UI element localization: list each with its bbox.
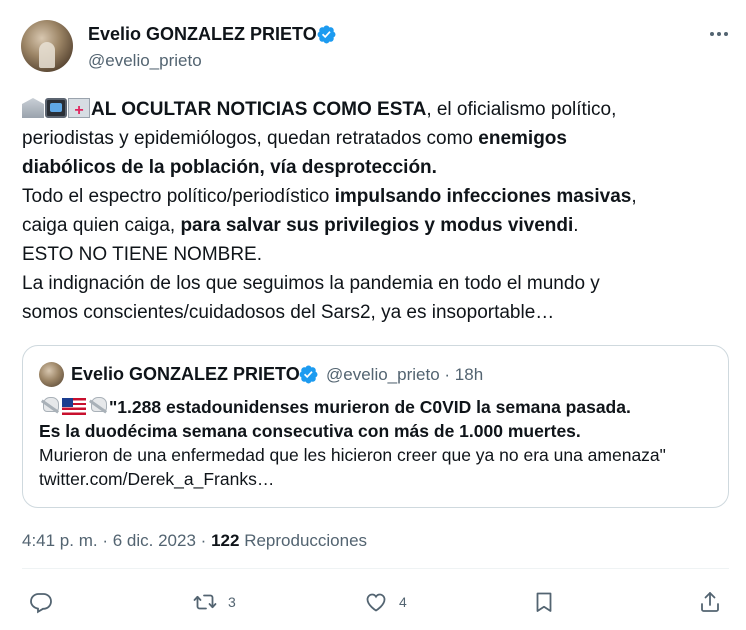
share-icon — [701, 592, 719, 612]
divider — [22, 568, 729, 569]
tweet-bold-text: AL OCULTAR NOTICIAS COMO ESTA — [91, 99, 427, 120]
tweet-text-segment: periodistas y epidemiólogos, quedan retr… — [22, 128, 479, 149]
hospital-icon — [68, 96, 90, 125]
tweet-time[interactable]: 4:41 p. m. — [22, 531, 98, 550]
tweet-line: La indignación de los que seguimos la pa… — [22, 269, 722, 298]
tweet-text-segment: ESTO NO TIENE NOMBRE. — [22, 244, 263, 265]
tweet-line: caiga quien caiga, para salvar sus privi… — [22, 211, 722, 240]
quoted-line: Es la duodécima semana consecutiva con m… — [39, 419, 719, 443]
quoted-author-handle: @evelio_prieto — [326, 365, 440, 384]
tweet-text: AL OCULTAR NOTICIAS COMO ESTA, el oficia… — [22, 95, 722, 327]
skull-and-crossbones-icon — [87, 396, 109, 416]
tweet-line: AL OCULTAR NOTICIAS COMO ESTA, el oficia… — [22, 95, 722, 125]
skull-and-crossbones-icon — [39, 396, 61, 416]
bookmark-button[interactable] — [532, 590, 556, 614]
author-avatar[interactable] — [21, 20, 73, 72]
tweet-line: Todo el espectro político/periodístico i… — [22, 182, 722, 211]
tweet-card: Evelio GONZALEZ PRIETO @evelio_prieto AL… — [0, 0, 746, 630]
views-label: Reproducciones — [244, 531, 368, 550]
retweet-count: 3 — [228, 594, 236, 610]
tweet-text-segment: . — [573, 215, 579, 236]
tweet-bold-text: enemigos — [478, 128, 567, 149]
tweet-bold-text: diabólicos de la población, vía desprote… — [22, 157, 437, 178]
tweet-timestamp: 4:41 p. m. · 6 dic. 2023 · 122 Reproducc… — [22, 531, 367, 551]
tweet-line: periodistas y epidemiólogos, quedan retr… — [22, 124, 722, 153]
classical-building-icon — [22, 98, 44, 118]
more-options-icon[interactable] — [706, 24, 732, 44]
tweet-text-segment: caiga quien caiga, — [22, 215, 181, 236]
television-icon — [45, 98, 67, 118]
author-handle[interactable]: @evelio_prieto — [88, 51, 202, 71]
verified-badge-icon — [317, 25, 336, 44]
heart-icon — [366, 593, 386, 612]
quoted-line: "1.288 estadounidenses murieron de C0VID… — [39, 395, 719, 419]
tweet-line: somos conscientes/cuidadosos del Sars2, … — [22, 298, 722, 327]
author-name[interactable]: Evelio GONZALEZ PRIETO — [88, 24, 317, 45]
share-button[interactable] — [698, 590, 722, 614]
quoted-line: Murieron de una enfermedad que les hicie… — [39, 445, 666, 465]
like-button[interactable]: 4 — [364, 590, 407, 614]
quoted-author-avatar — [39, 362, 64, 387]
quoted-separator: · — [444, 365, 451, 384]
quoted-tweet[interactable]: Evelio GONZALEZ PRIETO @evelio_prieto · … — [22, 345, 729, 508]
tweet-line: ESTO NO TIENE NOMBRE. — [22, 240, 722, 269]
quoted-age: 18h — [454, 365, 484, 384]
verified-badge-icon — [299, 365, 318, 384]
quoted-bold-text: "1.288 estadounidenses murieron de C0VID… — [109, 397, 631, 417]
like-count: 4 — [399, 594, 407, 610]
quoted-link: twitter.com/Derek_a_Franks… — [39, 469, 275, 489]
tweet-bold-text: para salvar sus privilegios y modus vive… — [180, 215, 574, 236]
tweet-date[interactable]: 6 dic. 2023 — [113, 531, 196, 550]
bookmark-icon — [536, 592, 552, 612]
quoted-meta: @evelio_prieto · 18h — [326, 365, 483, 385]
tweet-line: diabólicos de la población, vía desprote… — [22, 153, 722, 182]
tweet-text-segment: , el oficialismo político, — [426, 99, 617, 120]
retweet-icon — [193, 594, 217, 610]
reply-button[interactable] — [29, 590, 64, 614]
quoted-bold-text: Es la duodécima semana consecutiva con m… — [39, 421, 581, 441]
tweet-text-segment: , — [631, 186, 637, 207]
tweet-text-segment: Todo el espectro político/periodístico — [22, 186, 335, 207]
reply-icon — [30, 593, 52, 614]
retweet-button[interactable]: 3 — [193, 590, 236, 614]
tweet-text-segment: La indignación de los que seguimos la pa… — [22, 273, 600, 294]
quoted-author-name: Evelio GONZALEZ PRIETO — [71, 364, 300, 384]
tweet-bold-text: impulsando infecciones masivas — [334, 186, 632, 207]
us-flag-icon — [62, 398, 86, 415]
views-count: 122 — [211, 531, 240, 550]
timestamp-separator: · — [200, 531, 207, 550]
quoted-text: "1.288 estadounidenses murieron de C0VID… — [39, 395, 719, 491]
tweet-text-segment: somos conscientes/cuidadosos del Sars2, … — [22, 302, 555, 323]
timestamp-separator: · — [102, 531, 109, 550]
